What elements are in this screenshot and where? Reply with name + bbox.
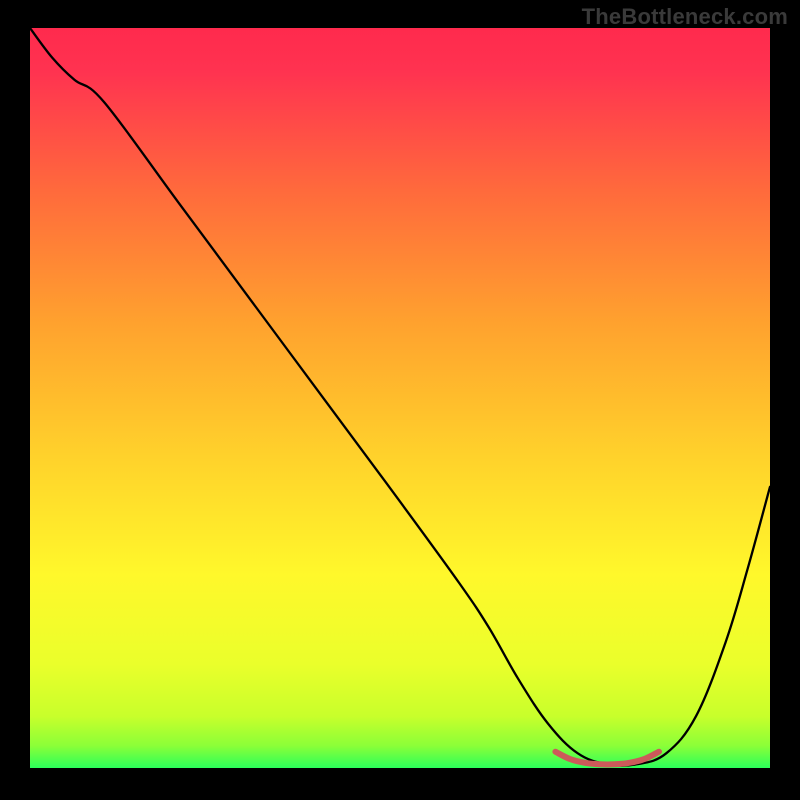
gradient-background — [30, 28, 770, 768]
watermark-text: TheBottleneck.com — [582, 4, 788, 30]
chart-svg — [30, 28, 770, 768]
chart-plot-area — [30, 28, 770, 768]
chart-frame: TheBottleneck.com — [0, 0, 800, 800]
